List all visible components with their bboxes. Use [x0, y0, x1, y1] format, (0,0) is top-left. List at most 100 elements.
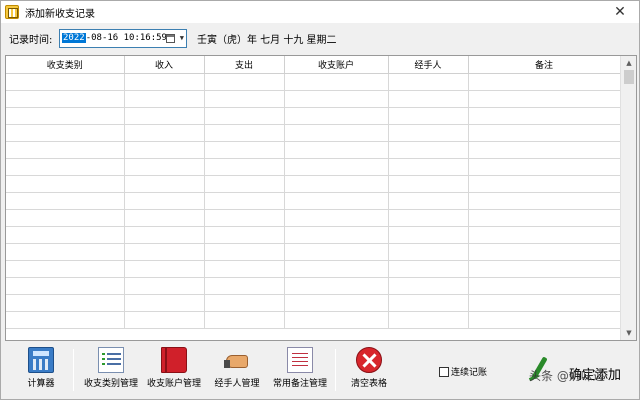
calculator-button[interactable]: 计算器: [19, 347, 63, 395]
table-row[interactable]: [6, 192, 621, 210]
table-cell[interactable]: [6, 260, 125, 278]
table-cell[interactable]: [124, 107, 205, 125]
table-cell[interactable]: [468, 158, 621, 176]
table-cell[interactable]: [388, 260, 469, 278]
records-grid[interactable]: 收支类别 收入 支出 收支账户 经手人 备注 ▲ ▼: [5, 55, 637, 341]
table-cell[interactable]: [6, 226, 125, 244]
column-header-account[interactable]: 收支账户: [284, 56, 389, 74]
table-cell[interactable]: [388, 124, 469, 142]
table-cell[interactable]: [204, 175, 285, 193]
table-cell[interactable]: [124, 311, 205, 329]
table-cell[interactable]: [388, 311, 469, 329]
table-cell[interactable]: [388, 158, 469, 176]
table-row[interactable]: [6, 107, 621, 125]
table-cell[interactable]: [284, 124, 389, 142]
table-cell[interactable]: [284, 141, 389, 159]
table-cell[interactable]: [204, 90, 285, 108]
table-row[interactable]: [6, 226, 621, 244]
account-mgmt-button[interactable]: 收支账户管理: [143, 347, 205, 395]
table-cell[interactable]: [6, 158, 125, 176]
table-cell[interactable]: [284, 73, 389, 91]
table-cell[interactable]: [6, 175, 125, 193]
table-cell[interactable]: [468, 243, 621, 261]
table-cell[interactable]: [124, 175, 205, 193]
table-row[interactable]: [6, 175, 621, 193]
table-cell[interactable]: [6, 90, 125, 108]
table-row[interactable]: [6, 243, 621, 261]
table-cell[interactable]: [468, 124, 621, 142]
table-cell[interactable]: [468, 90, 621, 108]
table-cell[interactable]: [124, 141, 205, 159]
table-cell[interactable]: [284, 226, 389, 244]
table-cell[interactable]: [6, 141, 125, 159]
table-cell[interactable]: [468, 192, 621, 210]
table-cell[interactable]: [124, 260, 205, 278]
table-cell[interactable]: [468, 141, 621, 159]
table-row[interactable]: [6, 294, 621, 312]
column-header-handler[interactable]: 经手人: [388, 56, 469, 74]
table-cell[interactable]: [284, 90, 389, 108]
table-cell[interactable]: [124, 277, 205, 295]
calendar-dropdown-button[interactable]: ▼: [166, 32, 184, 45]
close-button[interactable]: ✕: [611, 3, 629, 21]
table-cell[interactable]: [468, 294, 621, 312]
table-cell[interactable]: [284, 175, 389, 193]
table-cell[interactable]: [284, 260, 389, 278]
table-cell[interactable]: [388, 243, 469, 261]
table-row[interactable]: [6, 277, 621, 295]
table-cell[interactable]: [284, 158, 389, 176]
table-cell[interactable]: [284, 294, 389, 312]
table-cell[interactable]: [204, 107, 285, 125]
table-row[interactable]: [6, 260, 621, 278]
table-cell[interactable]: [388, 107, 469, 125]
table-cell[interactable]: [284, 209, 389, 227]
table-cell[interactable]: [6, 243, 125, 261]
table-cell[interactable]: [204, 73, 285, 91]
table-cell[interactable]: [6, 124, 125, 142]
continuous-record-checkbox[interactable]: 连续记账: [439, 365, 487, 378]
table-cell[interactable]: [124, 243, 205, 261]
checkbox-box[interactable]: [439, 366, 449, 377]
table-cell[interactable]: [124, 73, 205, 91]
table-row[interactable]: [6, 124, 621, 142]
table-cell[interactable]: [6, 311, 125, 329]
table-cell[interactable]: [468, 260, 621, 278]
table-cell[interactable]: [6, 277, 125, 295]
table-cell[interactable]: [124, 124, 205, 142]
table-cell[interactable]: [204, 226, 285, 244]
table-cell[interactable]: [388, 175, 469, 193]
table-cell[interactable]: [284, 243, 389, 261]
table-cell[interactable]: [6, 294, 125, 312]
table-cell[interactable]: [6, 107, 125, 125]
table-cell[interactable]: [468, 277, 621, 295]
table-row[interactable]: [6, 141, 621, 159]
table-cell[interactable]: [284, 107, 389, 125]
scroll-thumb[interactable]: [624, 70, 634, 84]
table-cell[interactable]: [124, 209, 205, 227]
table-cell[interactable]: [204, 311, 285, 329]
table-cell[interactable]: [468, 226, 621, 244]
table-cell[interactable]: [284, 192, 389, 210]
column-header-note[interactable]: 备注: [468, 56, 621, 74]
column-header-expense[interactable]: 支出: [204, 56, 285, 74]
scroll-down-icon[interactable]: ▼: [621, 326, 636, 340]
table-cell[interactable]: [468, 107, 621, 125]
table-cell[interactable]: [468, 73, 621, 91]
table-cell[interactable]: [388, 192, 469, 210]
table-cell[interactable]: [204, 124, 285, 142]
table-cell[interactable]: [204, 294, 285, 312]
table-cell[interactable]: [124, 226, 205, 244]
table-cell[interactable]: [388, 90, 469, 108]
table-cell[interactable]: [388, 141, 469, 159]
table-cell[interactable]: [388, 277, 469, 295]
table-cell[interactable]: [204, 243, 285, 261]
table-cell[interactable]: [204, 209, 285, 227]
record-time-picker[interactable]: 2022 -08-16 10:16:59 ▼: [59, 28, 187, 48]
table-cell[interactable]: [204, 192, 285, 210]
table-cell[interactable]: [204, 277, 285, 295]
grid-vertical-scrollbar[interactable]: ▲ ▼: [620, 56, 636, 340]
table-cell[interactable]: [468, 209, 621, 227]
table-cell[interactable]: [204, 141, 285, 159]
table-cell[interactable]: [124, 294, 205, 312]
table-cell[interactable]: [388, 73, 469, 91]
